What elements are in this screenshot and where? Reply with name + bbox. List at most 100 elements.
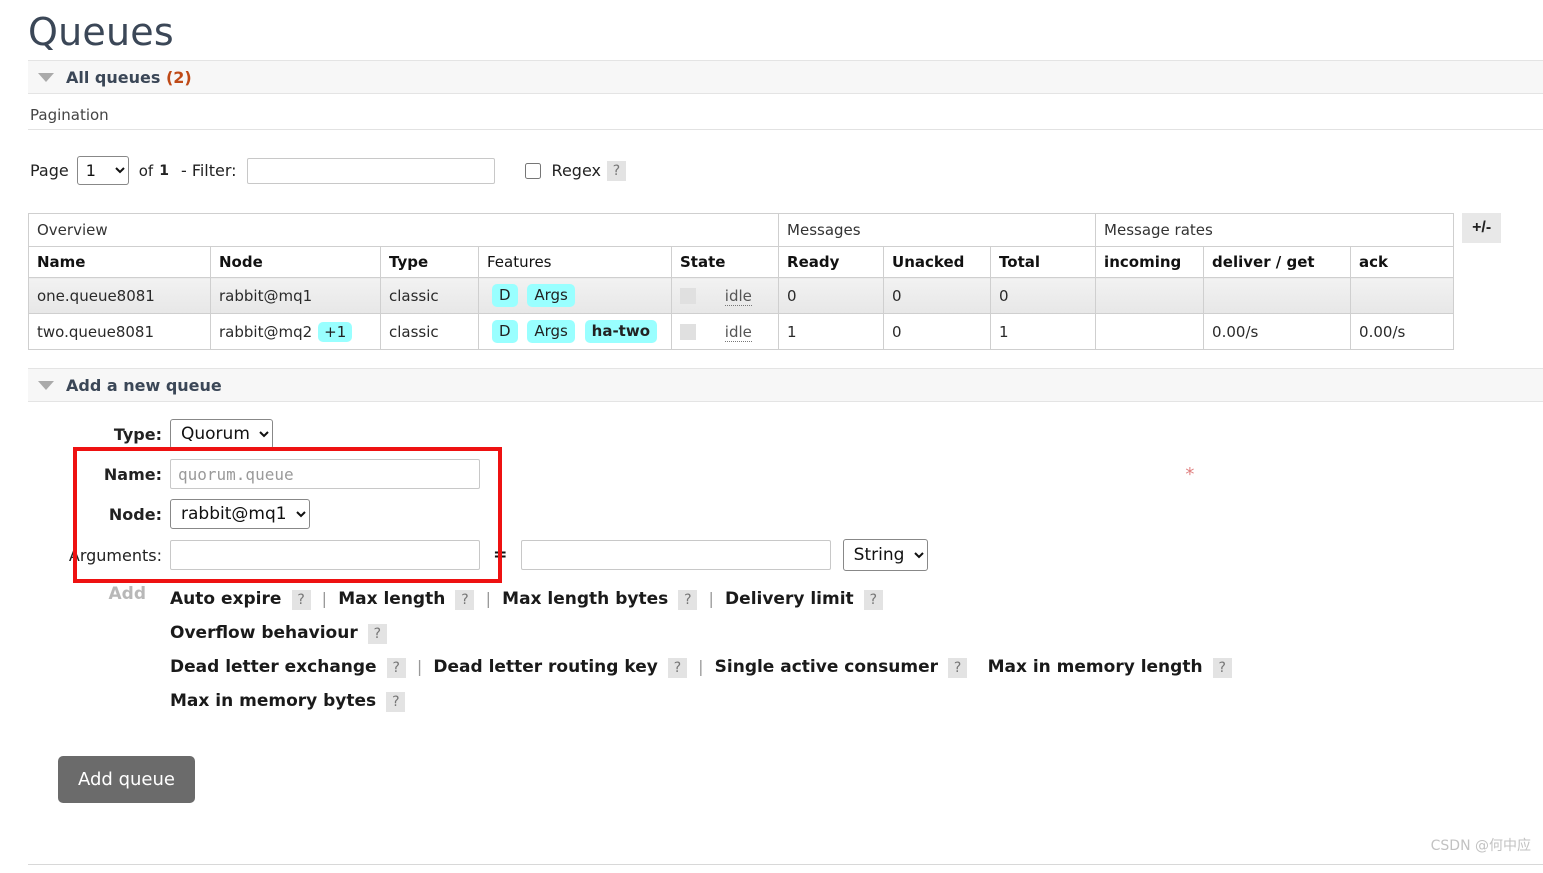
preset-dead-letter-routing-key[interactable]: Dead letter routing key xyxy=(433,657,657,677)
equals-sign: = xyxy=(484,545,516,565)
cell-deliver-get: 0.00/s xyxy=(1204,314,1351,350)
cell-queue-name[interactable]: one.queue8081 xyxy=(29,278,211,314)
add-queue-fields: Type: Quorum Name: * Node: xyxy=(28,414,1236,724)
regex-label: Regex xyxy=(552,161,601,180)
type-label: Type: xyxy=(28,414,166,454)
argument-key-input[interactable] xyxy=(170,540,480,570)
argument-value-input[interactable] xyxy=(521,540,831,570)
separator: | xyxy=(691,657,710,676)
preset-delivery-limit[interactable]: Delivery limit xyxy=(725,589,854,609)
all-queues-section-header[interactable]: All queues (2) xyxy=(28,60,1543,94)
preset-overflow-behaviour[interactable]: Overflow behaviour xyxy=(170,623,358,643)
preset-max-in-memory-bytes[interactable]: Max in memory bytes xyxy=(170,691,376,711)
column-header-node[interactable]: Node xyxy=(211,247,381,278)
delivery-limit-help-icon[interactable]: ? xyxy=(864,590,883,610)
node-name: rabbit@mq2 xyxy=(219,323,312,341)
regex-checkbox[interactable] xyxy=(525,163,541,179)
column-header-state[interactable]: State xyxy=(672,247,779,278)
preset-max-length-bytes[interactable]: Max length bytes xyxy=(502,589,668,609)
preset-line: Overflow behaviour ? xyxy=(170,617,1232,651)
cell-type: classic xyxy=(381,278,479,314)
all-queues-count: (2) xyxy=(166,68,192,87)
preset-arguments-cell: Auto expire ? | Max length ? | Max lengt… xyxy=(166,576,1236,724)
queues-table: Overview Messages Message rates Name Nod… xyxy=(28,213,1454,350)
group-header-overview: Overview xyxy=(29,214,779,247)
footer-divider xyxy=(28,864,1543,865)
cell-ack: 0.00/s xyxy=(1351,314,1454,350)
cell-unacked: 0 xyxy=(884,314,991,350)
queue-name-input[interactable] xyxy=(170,459,480,489)
add-queue-button[interactable]: Add queue xyxy=(58,756,195,803)
queues-table-area: Overview Messages Message rates Name Nod… xyxy=(28,213,1543,350)
node-extra-badge: +1 xyxy=(318,322,352,342)
column-header-unacked[interactable]: Unacked xyxy=(884,247,991,278)
preset-max-length[interactable]: Max length xyxy=(338,589,445,609)
overflow-behaviour-help-icon[interactable]: ? xyxy=(368,624,387,644)
cell-total: 1 xyxy=(991,314,1096,350)
table-row[interactable]: two.queue8081 rabbit@mq2 +1 classic D Arg… xyxy=(29,314,1454,350)
name-field-cell xyxy=(166,454,1181,494)
column-header-incoming[interactable]: incoming xyxy=(1096,247,1204,278)
single-active-consumer-help-icon[interactable]: ? xyxy=(948,658,967,678)
add-queue-title: Add a new queue xyxy=(66,376,222,395)
cell-deliver-get xyxy=(1204,278,1351,314)
page-select[interactable]: 1 xyxy=(77,156,129,185)
preset-max-in-memory-length[interactable]: Max in memory length xyxy=(988,657,1203,677)
cell-features: D Args ha-two xyxy=(479,314,672,350)
cell-node: rabbit@mq1 xyxy=(211,278,381,314)
node-name: rabbit@mq1 xyxy=(219,287,312,305)
column-header-total[interactable]: Total xyxy=(991,247,1096,278)
max-length-help-icon[interactable]: ? xyxy=(455,590,474,610)
group-header-messages: Messages xyxy=(779,214,1096,247)
cell-incoming xyxy=(1096,314,1204,350)
cell-ready: 0 xyxy=(779,278,884,314)
queue-node-select[interactable]: rabbit@mq1 xyxy=(170,499,310,529)
dead-letter-exchange-help-icon[interactable]: ? xyxy=(387,658,406,678)
required-asterisk: * xyxy=(1181,454,1235,494)
preset-auto-expire[interactable]: Auto expire xyxy=(170,589,281,609)
filter-label: - Filter: xyxy=(181,161,237,180)
add-argument-link[interactable]: Add xyxy=(109,584,163,604)
max-length-bytes-help-icon[interactable]: ? xyxy=(678,590,697,610)
dead-letter-routing-key-help-icon[interactable]: ? xyxy=(668,658,687,678)
node-label: Node: xyxy=(28,494,166,534)
cell-queue-name[interactable]: two.queue8081 xyxy=(29,314,211,350)
form-row-arguments: Arguments: = String xyxy=(28,534,1236,576)
cell-incoming xyxy=(1096,278,1204,314)
arguments-label: Arguments: xyxy=(28,534,166,576)
column-header-ready[interactable]: Ready xyxy=(779,247,884,278)
queue-type-select[interactable]: Quorum xyxy=(170,419,273,449)
page-label: Page xyxy=(30,161,69,180)
caret-down-icon xyxy=(38,381,54,390)
column-header-ack[interactable]: ack xyxy=(1351,247,1454,278)
max-in-memory-bytes-help-icon[interactable]: ? xyxy=(386,692,405,712)
separator: | xyxy=(479,589,498,608)
column-header-type[interactable]: Type xyxy=(381,247,479,278)
arguments-field-cell: = String xyxy=(166,534,1236,576)
table-row[interactable]: one.queue8081 rabbit@mq1 classic D Args … xyxy=(29,278,1454,314)
preset-single-active-consumer[interactable]: Single active consumer xyxy=(715,657,938,677)
cell-type: classic xyxy=(381,314,479,350)
regex-help-icon[interactable]: ? xyxy=(607,161,626,181)
preset-line: Dead letter exchange ? | Dead letter rou… xyxy=(170,651,1232,685)
state-label: idle xyxy=(725,287,752,306)
max-in-memory-length-help-icon[interactable]: ? xyxy=(1213,658,1232,678)
table-column-header-row: Name Node Type Features State Ready Unac… xyxy=(29,247,1454,278)
column-header-deliver-get[interactable]: deliver / get xyxy=(1204,247,1351,278)
type-field-cell: Quorum xyxy=(166,414,1181,454)
cell-ready: 1 xyxy=(779,314,884,350)
feature-badge-durable: D xyxy=(492,320,518,343)
column-header-features: Features xyxy=(479,247,672,278)
auto-expire-help-icon[interactable]: ? xyxy=(292,590,311,610)
separator: | xyxy=(315,589,334,608)
argument-type-select[interactable]: String xyxy=(843,539,928,571)
add-queue-section-header[interactable]: Add a new queue xyxy=(28,368,1543,402)
node-field-cell: rabbit@mq1 xyxy=(166,494,1181,534)
preset-line: Auto expire ? | Max length ? | Max lengt… xyxy=(170,583,1232,617)
preset-dead-letter-exchange[interactable]: Dead letter exchange xyxy=(170,657,377,677)
of-count: 1 xyxy=(159,163,169,179)
column-header-name[interactable]: Name xyxy=(29,247,211,278)
filter-input[interactable] xyxy=(247,158,495,184)
toggle-columns-button[interactable]: +/- xyxy=(1462,213,1501,243)
cell-state: idle xyxy=(672,278,779,314)
